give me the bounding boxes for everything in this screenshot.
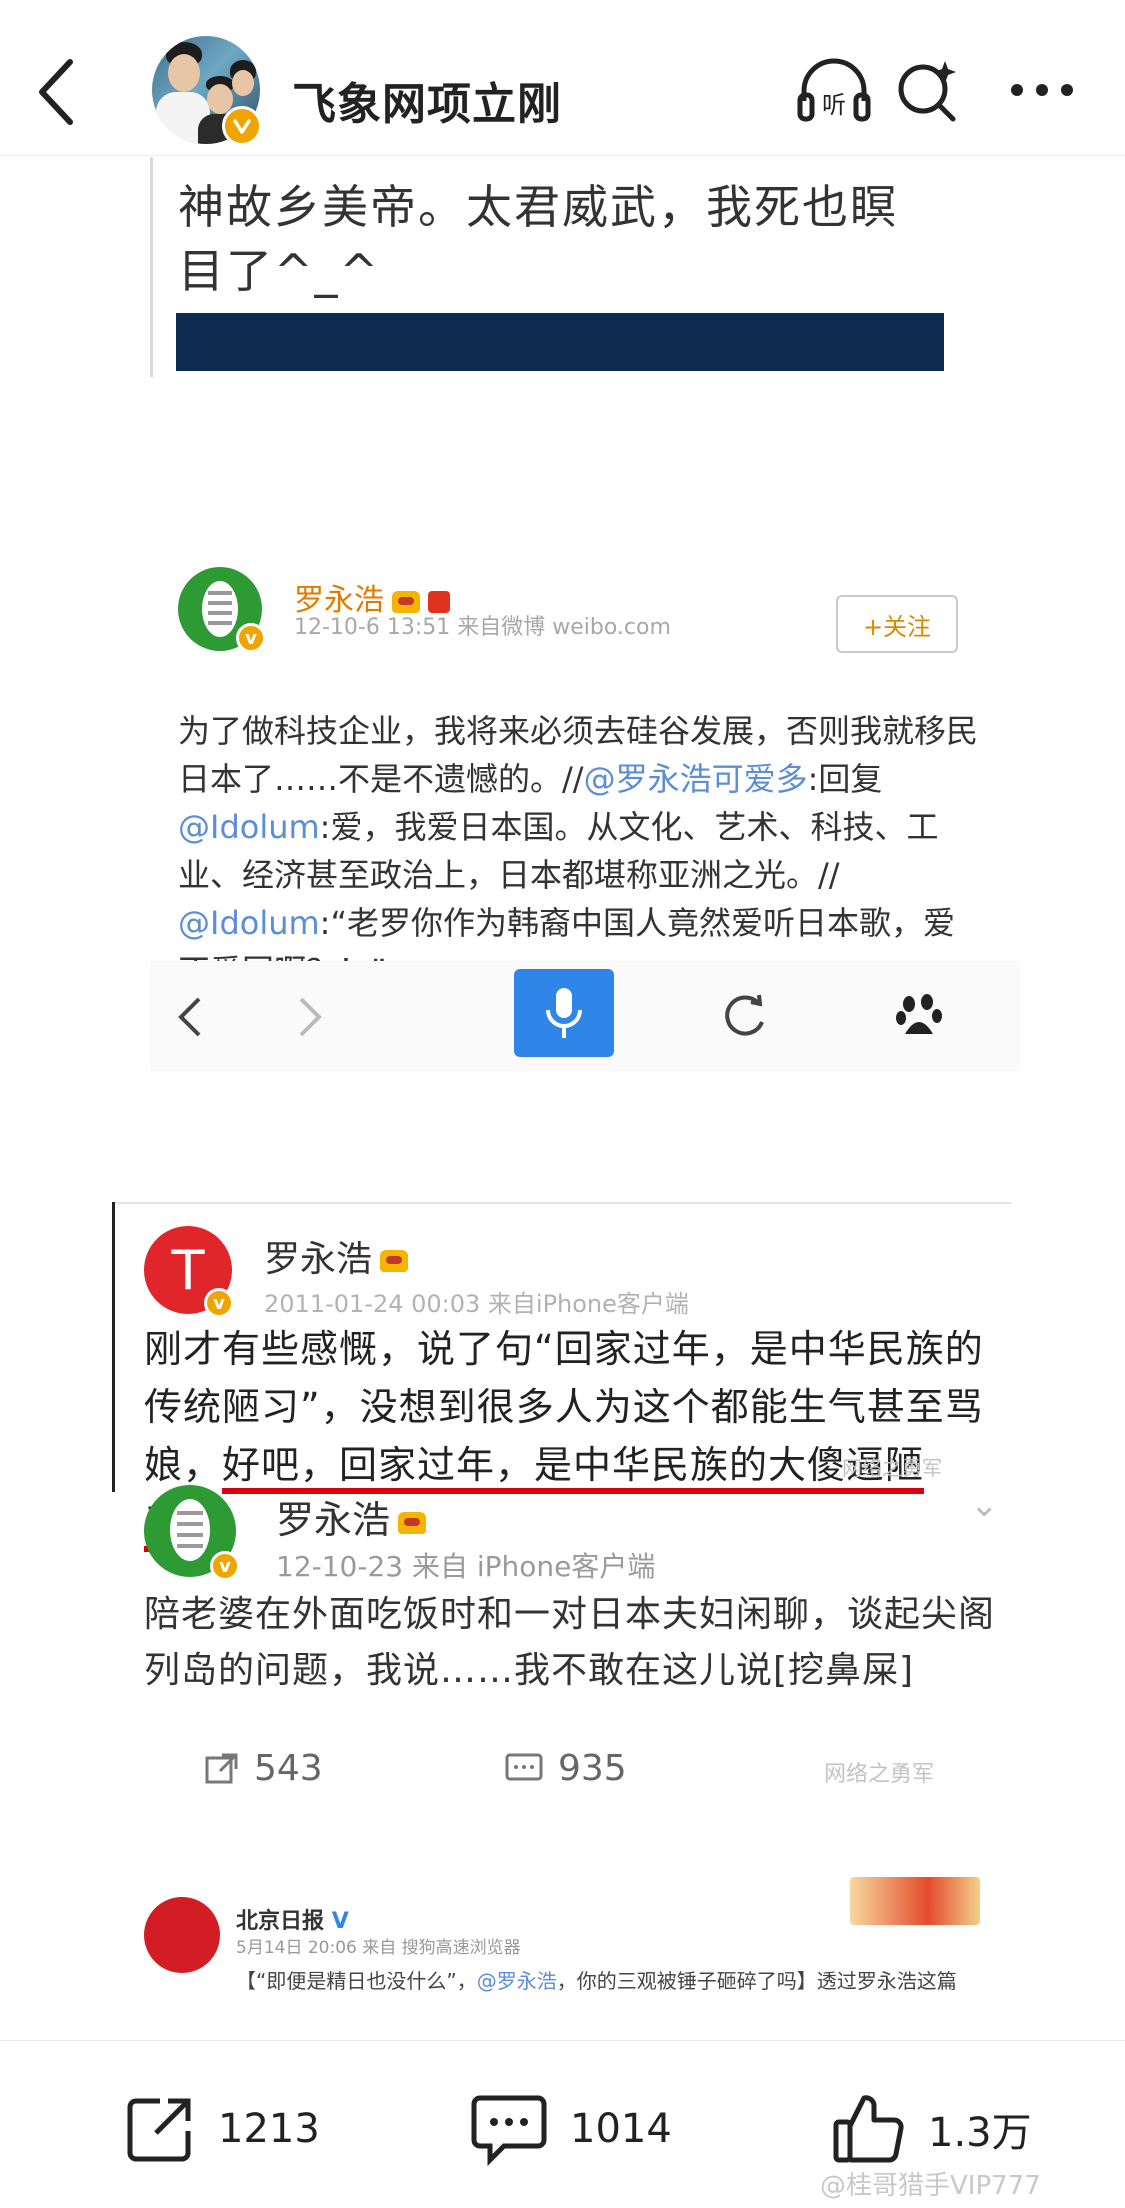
verified-badge-icon — [222, 106, 262, 146]
quoted-text: 神故乡美帝。太君威武，我死也瞑目了^_^ — [178, 180, 898, 298]
weibo-post-4: 北京日报 V 5月14日 20:06 来自 搜狗高速浏览器 【“即便是精日也没什… — [130, 1877, 1030, 2040]
chevron-down-icon[interactable]: ⌄ — [970, 1485, 999, 1525]
microphone-icon — [546, 988, 582, 1038]
corner-watermark: @桂哥猎手VIP777 — [820, 2171, 1041, 2201]
post-body: 陪老婆在外面吃饭时和一对日本夫妇闲聊，谈起尖阁列岛的问题，我说……我不敢在这儿说… — [144, 1594, 996, 1691]
divider — [112, 1202, 115, 1492]
mention-link[interactable]: @Idolum — [178, 904, 320, 942]
divider — [115, 1202, 1012, 1204]
crown-icon — [380, 1250, 409, 1272]
post-meta: 12-10-6 13:51 来自微博 weibo.com — [294, 615, 671, 640]
watermark: 网络之勇军 — [824, 1762, 935, 1787]
quoted-text-block: 神故乡美帝。太君威武，我死也瞑目了^_^ — [150, 157, 950, 379]
baidu-paw-button[interactable] — [880, 979, 960, 1055]
browser-toolbar — [150, 961, 1020, 1071]
verified-badge-icon: v — [210, 1551, 240, 1581]
weibo-post-1: v 罗永浩 12-10-6 13:51 来自微博 weibo.com +关注 为… — [150, 417, 1000, 990]
listen-button[interactable]: 听 — [796, 52, 872, 128]
comment-icon — [471, 2095, 547, 2166]
arrow-right-icon — [299, 997, 322, 1037]
post-stats: 543 935 网络之勇军 — [144, 1742, 1004, 1802]
weibo-post-2: T v 罗永浩 2011-01-24 00:03 来自iPhone客户端 刚才有… — [112, 1202, 1012, 1545]
thumbs-up-icon — [833, 2095, 904, 2163]
refresh-icon — [725, 994, 764, 1036]
browser-forward-button[interactable] — [270, 979, 350, 1055]
comment-icon — [505, 1753, 543, 1780]
post-meta: 5月14日 20:06 来自 搜狗高速浏览器 — [236, 1938, 521, 1958]
comment-button[interactable]: 1014 — [470, 2089, 672, 2169]
post-body: 为了做科技企业，我将来必须去硅谷发展，否则我就移民日本了……不是不遗憾的。//@… — [178, 707, 978, 995]
more-dots-icon — [1011, 84, 1073, 96]
comment-count: 1014 — [570, 2106, 672, 2152]
comment-stat[interactable]: 935 — [504, 1748, 627, 1789]
arrow-left-icon — [178, 997, 201, 1037]
headphones-icon: 听 — [797, 58, 871, 122]
top-nav-bar: 飞象网项立刚 听 — [0, 0, 1125, 156]
verified-badge-icon: v — [204, 1288, 234, 1318]
refresh-button[interactable] — [704, 979, 784, 1055]
weibo-post-3: v 罗永浩 12-10-23 来自 iPhone客户端 ⌄ 陪老婆在外面吃饭时和… — [130, 1457, 1030, 1817]
repost-icon — [205, 1753, 238, 1783]
post-avatar — [144, 1897, 220, 1973]
mention-link[interactable]: @罗永浩可爱多 — [584, 760, 808, 798]
post-image[interactable]: 神故乡美帝。太君威武，我死也瞑目了^_^ v 罗永浩 12-10-6 13:51… — [0, 157, 1125, 2040]
mention-link[interactable]: @Idolum — [178, 808, 320, 846]
share-count: 1213 — [218, 2106, 320, 2152]
voice-search-button[interactable] — [514, 969, 614, 1057]
search-sparkle-icon — [898, 61, 956, 122]
post-body: 【“即便是精日也没什么”，@罗永浩，你的三观被锤子砸碎了吗】透过罗永浩这篇 — [236, 1969, 957, 1993]
bottom-action-bar: 1213 1014 1.3万 @桂哥猎手VIP777 — [0, 2040, 1125, 2208]
share-button[interactable]: 1213 — [124, 2089, 320, 2169]
listen-label: 听 — [822, 91, 846, 119]
repost-stat[interactable]: 543 — [204, 1748, 323, 1789]
post-meta: 12-10-23 来自 iPhone客户端 — [276, 1550, 656, 1583]
post-author: 北京日报 V — [236, 1909, 349, 1934]
chevron-left-icon — [39, 59, 73, 125]
verified-badge-icon: v — [236, 623, 266, 653]
crown-icon — [398, 1511, 427, 1534]
like-count: 1.3万 — [928, 2110, 1032, 2156]
post-author: 罗永浩 — [276, 1489, 427, 1544]
share-icon — [127, 2098, 191, 2162]
post-meta: 2011-01-24 00:03 来自iPhone客户端 — [264, 1290, 689, 1318]
dark-banner — [176, 313, 944, 371]
follow-button[interactable]: +关注 — [836, 595, 958, 653]
like-button[interactable]: 1.3万 — [832, 2089, 1032, 2169]
post-author: 罗永浩 — [264, 1230, 409, 1282]
browser-back-button[interactable] — [150, 979, 230, 1055]
back-button[interactable] — [30, 52, 82, 132]
great-wall-banner — [850, 1877, 980, 1925]
paw-icon — [896, 994, 942, 1034]
divider — [150, 157, 153, 377]
mention-link[interactable]: @罗永浩 — [477, 1969, 557, 1993]
more-button[interactable] — [1004, 52, 1080, 128]
search-button[interactable] — [890, 52, 966, 128]
page-title[interactable]: 飞象网项立刚 — [292, 68, 562, 132]
